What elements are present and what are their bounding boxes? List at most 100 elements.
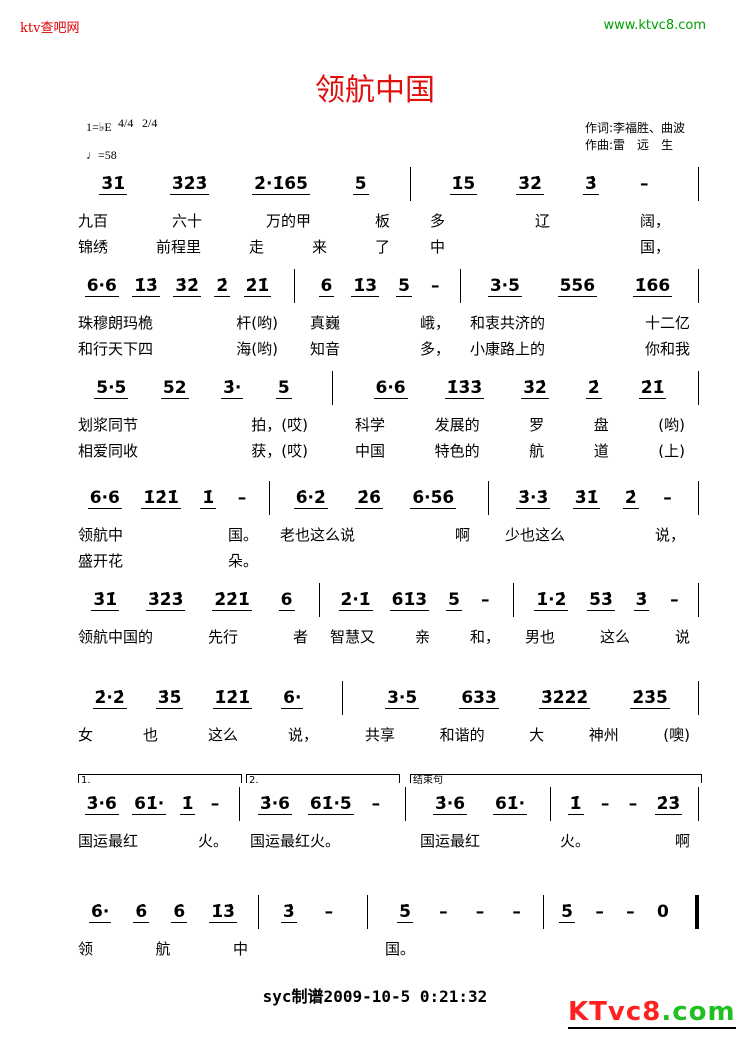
lyricist: 作词:李福胜、曲波 [585,121,686,135]
lyric-word: 这么 [207,726,238,744]
lyric-word: 了 [374,238,390,256]
lyric-word: 和谐的 [439,726,485,744]
note-group: 1̇2̇1̇ [141,487,181,509]
lyric-word: 中 [232,940,248,958]
lyric-word: 领航中国的 [78,628,154,646]
note-group: 3·5 [487,275,522,297]
bar-line [550,787,551,821]
measure: 3̇1̇ 3̇2̇3̇ 2̇·1̇6̇5 5 [78,172,390,196]
bar-line [258,895,259,929]
note-group: 3̇· [221,377,244,399]
note-group: 1̇3̇ [209,901,237,923]
page-title: 领航中国 [315,73,435,108]
lyric-word: 划浆同节 [78,416,139,434]
lyric-word: 中国 [355,442,386,460]
note-group: 3̇5̇ [155,687,184,709]
note-group: 5̇3̇ [587,589,615,611]
lyric-word: 火。 [560,832,591,850]
lyric-word: 女 [78,726,94,744]
note-group: – [324,902,334,922]
site-url[interactable]: www.ktvc8.com [604,18,706,33]
lyric-line: 国。 [385,938,535,958]
note-group: 633 [459,687,499,709]
lyric-line: 和衷共济的 十二亿 [470,312,690,332]
note-group: – [663,488,672,508]
note-group: 5·5 [94,377,129,399]
measure: 6·6 1̇3̇3̇ 3̇2̇ 2̇ 2̇1̇ [355,376,685,400]
note-group: 6 [318,275,335,297]
note-group: 5 [352,173,369,195]
lyric-word: 阔， [639,212,670,230]
lyric-word: 小康路上的 [470,340,546,358]
lyric-word: 朵。 [227,552,258,570]
lyric-word: 大 [529,726,545,744]
bar-line [342,681,343,715]
bar-line [269,481,270,515]
note-group: 2̇ [585,377,602,399]
measure: 5̇ – –0 [550,900,680,924]
lyric-word: 真巍 [310,314,341,332]
lyric-line: 共享 和谐的 大 神州 (噢) [365,724,690,744]
composer: 作曲:雷 远 生 [585,138,674,152]
lyric-word: 国， [639,238,670,256]
bar-line [698,583,699,617]
note-group: 3̇1̇ [99,173,128,195]
volta-bracket: 1. [78,774,242,786]
note-group: 2̇ [214,275,231,297]
lyric-word: 领航中 [78,526,124,544]
bar-line [332,371,333,405]
note-group: 2̇2̇1̇ [212,589,252,611]
measure: 1̇5 3̇2̇ 3̇ – [430,172,670,196]
note-group: – [626,902,635,922]
lyric-word: 拍，(哎) [251,416,308,434]
lyric-word: 领 [78,940,94,958]
note-group: 6̇ [133,901,150,923]
bar-line [698,895,699,929]
lyric-word: 说， [287,726,318,744]
note-group: 3̇2̇ [173,275,201,297]
note-group: 2̇·1̇6̇5 [252,173,310,195]
note-group: 5̇ [559,901,575,923]
note-group: 1̇3̇ [132,275,160,297]
lyric-line: 火。 啊 [560,830,690,850]
lyric-line: 领航中 国。 [78,524,258,544]
lyric-line: 领航中 [78,938,248,958]
lyric-word: 和衷共济的 [470,314,546,332]
note-group: 3̇2̇2̇2̇ [538,687,591,709]
lyric-word: (哟) [658,416,685,434]
lyric-word: 啊 [674,832,690,850]
note-group: 1̇ [179,793,196,815]
note-group: 556 [557,275,598,297]
bar-line [367,895,368,929]
lyric-word: 老也这么说 [280,526,356,544]
ktvc8-logo: KTvc8.com [568,997,736,1029]
note-group: – [480,590,490,610]
lyric-word: 十二亿 [644,314,690,332]
lyric-word: 锦绣 [78,238,109,256]
lyric-word: 知音 [310,340,341,358]
bar-line [543,895,544,929]
lyric-word: 中 [430,238,446,256]
lyric-word: 特色的 [434,442,480,460]
note-group: 1̇66 [632,275,673,297]
lyric-word: 航 [155,940,171,958]
note-group: 3̇1̇ [91,589,120,611]
measure: 3·5 556 1̇66 [470,274,690,298]
measure: 5̇ – – – [385,900,535,924]
note-group: 6 [278,589,295,611]
time-signature-b: 2/4 [142,116,158,130]
note-group: 1̇·2̇ [534,589,569,611]
lyric-word: 珠穆朗玛桅 [78,314,154,332]
measure: 3̇·3̇ 3̇1̇ 2̇ – [505,486,685,510]
note-group: 61̇· [132,793,167,815]
bar-line [698,269,699,303]
lyric-line: 九百 六十 万的甲 板 [78,210,390,230]
measure: 3̇1̇ 3̇2̇3̇ 2̇2̇1̇ 6 [78,588,308,612]
note-group: – [475,902,485,922]
lyric-line: 盛开花 朵。 [78,550,258,570]
bar-line [698,681,699,715]
note-group: – [595,902,604,922]
measure: 5·5 52 3̇· 5 [78,376,308,400]
lyric-line: 智慧又 亲 和， [330,626,500,646]
note-group: 6· [281,687,304,709]
